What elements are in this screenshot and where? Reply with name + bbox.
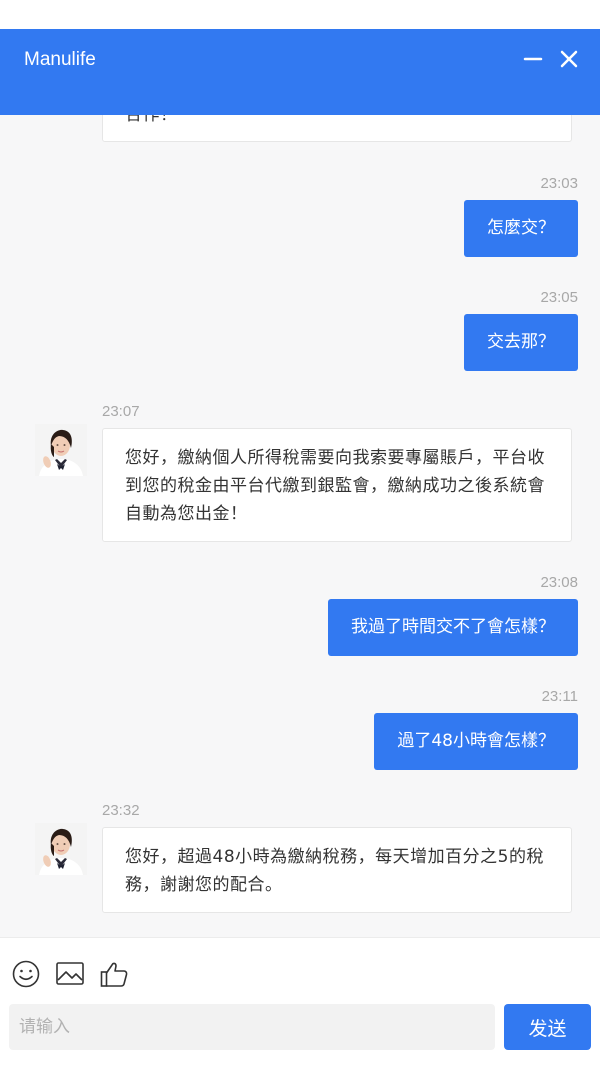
user-message-bubble: 怎麼交？ bbox=[464, 200, 578, 257]
message-timestamp: 23:32 bbox=[102, 802, 140, 819]
message-list[interactable]: 合作！ 23:03 怎麼交？ 23:05 交去那？ 23:07 您好，繳納個人所… bbox=[0, 115, 600, 937]
message-timestamp: 23:11 bbox=[541, 688, 578, 705]
message-text: 交去那？ bbox=[487, 332, 555, 352]
message-text: 合作！ bbox=[125, 115, 178, 125]
message-text: 怎麼交？ bbox=[487, 218, 555, 238]
header-bar: Manulife bbox=[0, 29, 600, 115]
send-button[interactable]: 发送 bbox=[504, 1004, 591, 1050]
user-message-bubble: 交去那？ bbox=[464, 314, 578, 371]
message-input[interactable] bbox=[9, 1004, 495, 1050]
message-timestamp: 23:03 bbox=[540, 175, 578, 192]
chat-window: Manulife 合作！ 23:03 怎麼交？ 23:05 交去那？ 23:07… bbox=[0, 0, 600, 1067]
smiley-icon[interactable] bbox=[11, 959, 41, 989]
minus-icon[interactable] bbox=[519, 45, 547, 73]
message-text: 您好，超過48小時為繳納稅務，每天增加百分之5的稅務，謝謝您的配合。 bbox=[125, 847, 544, 895]
message-timestamp: 23:07 bbox=[102, 403, 140, 420]
agent-message-bubble: 您好，繳納個人所得稅需要向我索要專屬賬戶，平台收到您的稅金由平台代繳到銀監會，繳… bbox=[102, 428, 572, 542]
user-message-bubble: 我過了時間交不了會怎樣？ bbox=[328, 599, 578, 656]
message-text: 您好，繳納個人所得稅需要向我索要專屬賬戶，平台收到您的稅金由平台代繳到銀監會，繳… bbox=[125, 448, 545, 524]
agent-avatar bbox=[35, 424, 87, 476]
composer: 发送 bbox=[0, 937, 600, 1067]
agent-message-bubble: 您好，超過48小時為繳納稅務，每天增加百分之5的稅務，謝謝您的配合。 bbox=[102, 827, 572, 913]
close-icon[interactable] bbox=[555, 45, 583, 73]
message-timestamp: 23:05 bbox=[540, 289, 578, 306]
agent-avatar bbox=[35, 823, 87, 875]
app-title: Manulife bbox=[24, 49, 96, 70]
user-message-bubble: 過了48小時會怎樣？ bbox=[374, 713, 578, 770]
agent-message-bubble: 合作！ bbox=[102, 115, 572, 142]
message-text: 過了48小時會怎樣？ bbox=[397, 731, 555, 751]
thumbs-up-icon[interactable] bbox=[99, 959, 129, 989]
message-text: 我過了時間交不了會怎樣？ bbox=[351, 617, 555, 637]
image-icon[interactable] bbox=[55, 959, 85, 989]
message-timestamp: 23:08 bbox=[540, 574, 578, 591]
